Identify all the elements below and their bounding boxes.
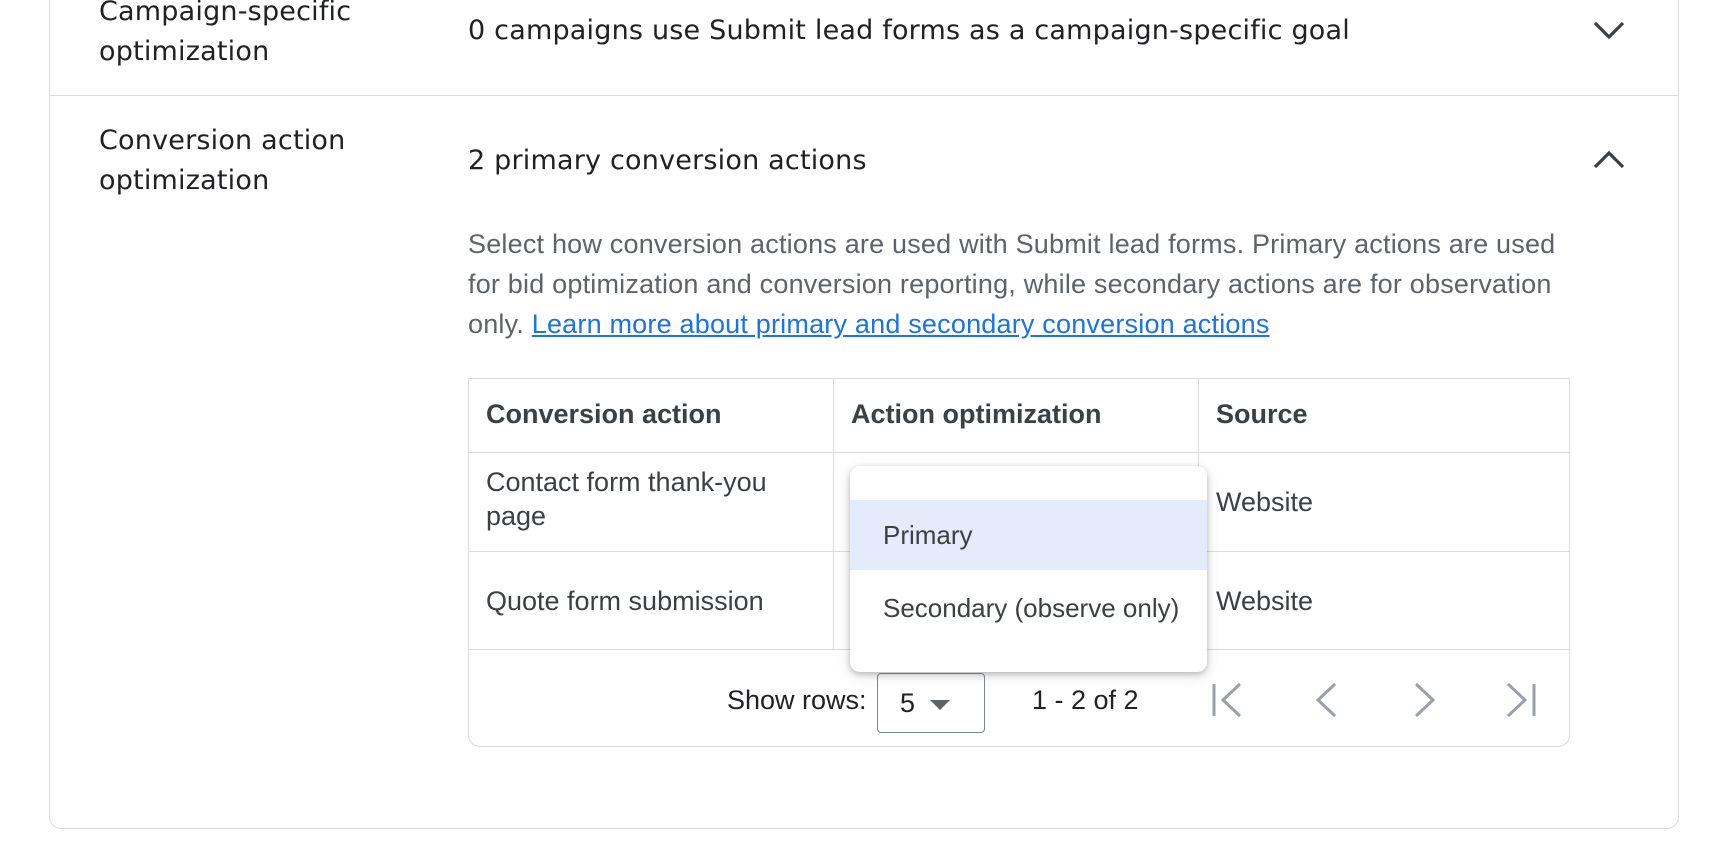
campaign-optimization-label: Campaign-specific optimization <box>99 0 351 72</box>
conversion-label-line2: optimization <box>99 165 270 196</box>
campaign-label-line1: Campaign-specific <box>99 0 352 27</box>
menu-option-primary[interactable]: Primary <box>850 500 1207 570</box>
conversion-optimization-summary[interactable]: 2 primary conversion actions <box>468 141 867 181</box>
column-header-action-optimization: Action optimization <box>851 399 1102 429</box>
conversion-label-line1: Conversion action <box>99 125 346 156</box>
chevron-up-icon[interactable] <box>1589 140 1629 180</box>
learn-more-link[interactable]: Learn more about primary and secondary c… <box>532 309 1270 339</box>
pagination-range: 1 - 2 of 2 <box>1032 685 1139 715</box>
row-1-action-line1: Contact form thank-you <box>486 467 767 497</box>
column-header-conversion-action: Conversion action <box>486 399 722 429</box>
dropdown-arrow-icon <box>930 700 950 710</box>
last-page-icon[interactable] <box>1496 673 1546 727</box>
table-row-1-action: Contact form thank-you page <box>469 465 767 533</box>
table-row-1-source: Website <box>1216 487 1314 517</box>
first-page-icon[interactable] <box>1204 673 1254 727</box>
show-rows-label: Show rows: <box>727 685 867 715</box>
next-page-icon[interactable] <box>1399 673 1449 727</box>
rows-per-page-select[interactable]: 5 <box>877 673 985 733</box>
table-row-2-source: Website <box>1216 586 1314 616</box>
menu-option-secondary[interactable]: Secondary (observe only) <box>850 573 1207 643</box>
previous-page-icon[interactable] <box>1302 673 1352 727</box>
chevron-down-icon[interactable] <box>1589 10 1629 50</box>
action-optimization-menu: Primary Secondary (observe only) <box>850 466 1207 672</box>
row-1-action-line2: page <box>486 501 547 531</box>
column-header-source: Source <box>1216 399 1308 429</box>
table-row-2-action: Quote form submission <box>486 586 764 616</box>
campaign-label-line2: optimization <box>99 36 270 67</box>
rows-per-page-value: 5 <box>900 688 916 718</box>
section-divider <box>49 95 1679 96</box>
conversion-description: Select how conversion actions are used w… <box>468 224 1578 344</box>
campaign-optimization-summary[interactable]: 0 campaigns use Submit lead forms as a c… <box>468 11 1350 51</box>
row-divider <box>469 452 1569 453</box>
conversion-optimization-label: Conversion action optimization <box>99 121 345 201</box>
